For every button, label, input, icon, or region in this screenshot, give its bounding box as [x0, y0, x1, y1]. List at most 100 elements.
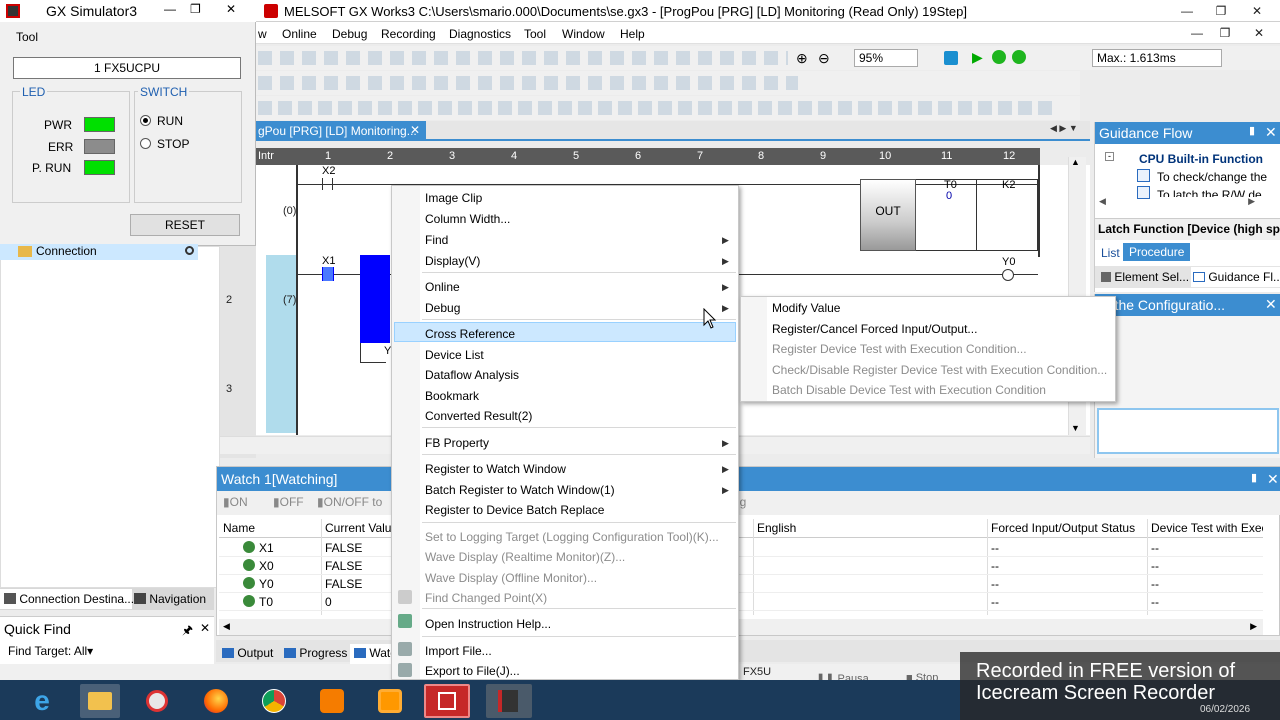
watch-close-icon[interactable]: ✕ — [1267, 471, 1279, 488]
col-header-device-test[interactable]: Device Test with Exec — [1151, 521, 1263, 535]
context-menu-item[interactable]: Batch Register to Watch Window(1) — [425, 483, 615, 497]
submenu-item[interactable]: Modify Value — [772, 301, 840, 315]
context-menu-item[interactable]: FB Property — [425, 436, 489, 450]
reset-button[interactable]: RESET — [130, 214, 240, 236]
guidance-close-icon[interactable]: ✕ — [1265, 124, 1277, 141]
tab-navigation[interactable]: Navigation — [134, 592, 206, 606]
config-close-icon[interactable]: ✕ — [1265, 296, 1277, 313]
simulator-close-icon[interactable]: ✕ — [226, 2, 236, 16]
screenshot-taskbar-icon[interactable] — [370, 684, 410, 718]
tab-scroll-arrows[interactable]: ◀ ▶ ▼ — [1050, 123, 1078, 134]
tab-progpou-monitoring[interactable]: gPou [PRG] [LD] Monitoring... ✕ — [256, 121, 426, 141]
explorer-taskbar-icon[interactable] — [80, 684, 120, 718]
table-row[interactable]: X1 FALSE -- -- — [219, 539, 1263, 557]
close-icon[interactable]: ✕ — [1240, 0, 1274, 22]
tree-item-check-change[interactable]: To check/change the — [1157, 170, 1267, 184]
stop-label[interactable]: STOP — [157, 137, 189, 151]
quick-find-close-icon[interactable]: ✕ — [200, 621, 210, 635]
context-menu-item[interactable]: Import File... — [425, 644, 492, 658]
tab-list[interactable]: List — [1101, 246, 1120, 260]
simulator-restore-icon[interactable]: ❐ — [190, 2, 201, 16]
tab-element-selection[interactable]: Element Sel... — [1101, 270, 1189, 284]
run-label[interactable]: RUN — [157, 114, 183, 128]
context-menu-item[interactable]: Device List — [425, 348, 484, 362]
scroll-up-icon[interactable]: ▲ — [1071, 157, 1080, 167]
quick-find-pin-icon[interactable]: 🖈 — [182, 621, 193, 642]
simulator-minimize-icon[interactable]: — — [164, 2, 176, 16]
monitor-stop-icon[interactable] — [1012, 50, 1026, 64]
menu-window[interactable]: Window — [562, 27, 605, 41]
mdi-restore-icon[interactable]: ❐ — [1208, 22, 1242, 44]
firefox-taskbar-icon[interactable] — [196, 684, 236, 718]
toolbar-icons-2[interactable] — [258, 71, 798, 95]
tab-output[interactable]: Output — [222, 646, 273, 660]
ie-taskbar-icon[interactable]: e — [26, 686, 58, 716]
context-menu-item[interactable]: Register to Watch Window — [425, 462, 566, 476]
monitor-start-icon[interactable] — [992, 50, 1006, 64]
col-header-forced[interactable]: Forced Input/Output Status — [991, 521, 1135, 535]
menu-online[interactable]: Online — [282, 27, 317, 41]
scan-time-select[interactable]: Max.: 1.613ms — [1092, 49, 1222, 67]
paint-taskbar-icon[interactable] — [138, 684, 178, 718]
restore-icon[interactable]: ❐ — [1204, 0, 1238, 22]
col-header-current-value[interactable]: Current Value — [325, 521, 395, 535]
tab-progress[interactable]: Progress — [284, 646, 347, 660]
chrome-taskbar-icon[interactable] — [254, 684, 294, 718]
connection-tree-item[interactable]: Connection — [0, 244, 198, 260]
minimize-icon[interactable]: — — [1170, 0, 1204, 22]
context-menu-item[interactable]: Export to File(J)... — [425, 664, 520, 678]
scroll-down-icon[interactable]: ▼ — [1071, 423, 1080, 433]
watch-grid[interactable]: Name Current Value English Forced Input/… — [219, 519, 1263, 615]
context-menu-item[interactable]: Debug — [425, 301, 460, 315]
watch-pin-icon[interactable]: ▮ — [1251, 471, 1257, 484]
tree-root-cpu-function[interactable]: CPU Built-in Function — [1139, 152, 1263, 166]
table-row[interactable]: T0 0 -- -- — [219, 593, 1263, 611]
zoom-out-icon[interactable]: ⊖ — [818, 50, 830, 67]
context-menu-item[interactable]: Converted Result(2) — [425, 409, 532, 423]
run-icon[interactable]: ▶ — [972, 49, 983, 66]
guidance-pin-icon[interactable]: ▮ — [1249, 124, 1255, 137]
menu-recording[interactable]: Recording — [381, 27, 436, 41]
col-header-name[interactable]: Name — [223, 521, 255, 535]
gxworks-taskbar-icon[interactable] — [424, 684, 470, 718]
tab-connection-destination[interactable]: Connection Destina... — [0, 589, 134, 609]
context-menu-item[interactable]: Find — [425, 233, 448, 247]
context-menu-item[interactable]: Bookmark — [425, 389, 479, 403]
context-menu-item[interactable]: Cross Reference — [425, 327, 515, 341]
context-menu-item[interactable]: Open Instruction Help... — [425, 617, 551, 631]
menu-debug[interactable]: Debug — [332, 27, 367, 41]
guidance-hscroll[interactable]: ◀ ▶ — [1099, 196, 1269, 210]
watch-on-button[interactable]: ▮ON — [223, 495, 248, 509]
col-header-english[interactable]: English — [757, 521, 796, 535]
context-menu-item[interactable]: Display(V) — [425, 254, 480, 268]
tab-procedure[interactable]: Procedure — [1123, 243, 1191, 261]
submenu-item[interactable]: Register/Cancel Forced Input/Output... — [772, 322, 977, 336]
pin-icon[interactable] — [185, 246, 194, 255]
watch-hscrollbar[interactable]: ◀ ▶ — [219, 619, 1263, 635]
out-instruction-block[interactable]: OUT — [860, 179, 916, 251]
simulator-taskbar-icon[interactable] — [486, 684, 532, 718]
find-target-select[interactable]: Find Target: All▾ — [8, 644, 93, 658]
toolbar-icons-1[interactable] — [258, 46, 788, 70]
context-menu-item[interactable]: Register to Device Batch Replace — [425, 503, 604, 517]
zoom-in-icon[interactable]: ⊕ — [796, 50, 808, 67]
table-row[interactable]: X0 FALSE -- -- — [219, 557, 1263, 575]
watch-off-button[interactable]: ▮OFF — [273, 495, 304, 509]
menu-view[interactable]: w — [258, 27, 267, 41]
tree-expand-icon[interactable]: - — [1105, 152, 1114, 161]
context-menu-item[interactable]: Dataflow Analysis — [425, 368, 519, 382]
context-menu-item[interactable]: Column Width... — [425, 212, 510, 226]
context-menu-item[interactable]: Online — [425, 280, 460, 294]
menu-diagnostics[interactable]: Diagnostics — [449, 27, 511, 41]
write-to-plc-icon[interactable] — [944, 51, 958, 65]
run-radio[interactable] — [140, 115, 151, 126]
toolbar-icons-3[interactable] — [258, 96, 1058, 120]
menu-help[interactable]: Help — [620, 27, 645, 41]
context-menu-item[interactable]: Image Clip — [425, 191, 482, 205]
menu-tool[interactable]: Tool — [524, 27, 546, 41]
table-row[interactable]: Y0 FALSE -- -- — [219, 575, 1263, 593]
recorder-taskbar-icon[interactable] — [312, 684, 352, 718]
tab-guidance-flow[interactable]: Guidance Fl... — [1191, 267, 1280, 287]
watch-onoff-button[interactable]: ▮ON/OFF to — [317, 495, 382, 509]
stop-radio[interactable] — [140, 138, 151, 149]
